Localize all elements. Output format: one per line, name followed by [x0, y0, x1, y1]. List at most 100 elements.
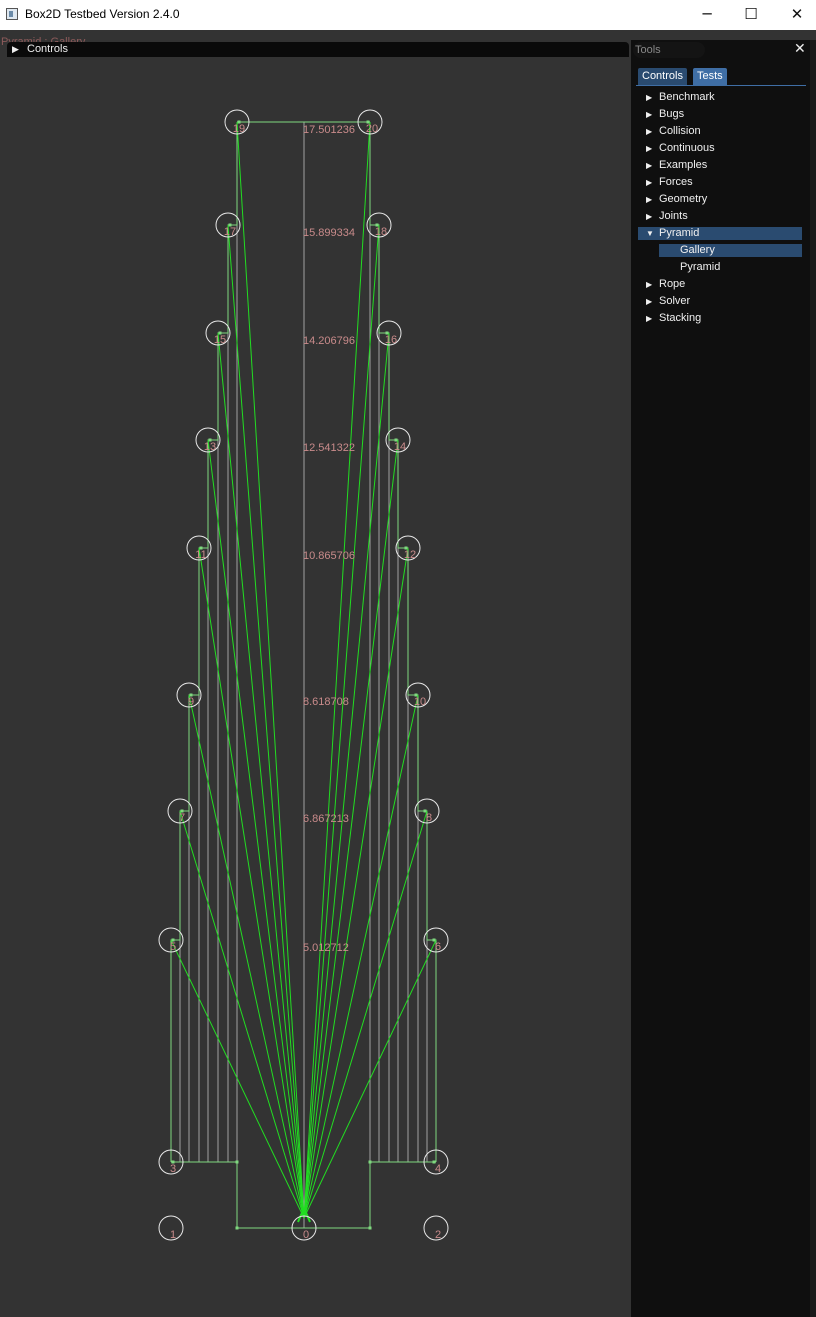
tree-item-label: Bugs	[659, 108, 685, 120]
tree-item-label: Forces	[659, 176, 693, 188]
tree-item-continuous[interactable]: ▶ Continuous	[638, 142, 802, 155]
node-label: 0	[303, 1229, 309, 1241]
node-label: 5	[170, 941, 176, 953]
collapsed-arrow-icon: ▶	[646, 161, 653, 170]
joint-line	[198, 547, 305, 1219]
tree-item-label: Continuous	[659, 142, 715, 154]
tree-item-label: Pyramid	[659, 227, 700, 239]
node-label: 20	[366, 123, 378, 135]
expand-arrow-icon[interactable]: ▶	[12, 42, 19, 57]
node-label: 10	[414, 696, 426, 708]
node-label: 13	[204, 441, 216, 453]
height-label: 12.541322	[303, 442, 355, 454]
joint-line	[303, 547, 409, 1219]
tree-item-solver[interactable]: ▶ Solver	[638, 295, 802, 308]
height-label: 5.012712	[303, 942, 349, 954]
collapsed-arrow-icon: ▶	[646, 110, 653, 119]
node-label: 19	[233, 123, 245, 135]
tools-window-title[interactable]: Tools	[633, 42, 705, 58]
node-label: 1	[170, 1229, 176, 1241]
node-label: 17	[224, 226, 236, 238]
tree-item-label: Examples	[659, 159, 708, 171]
node-label: 16	[385, 334, 397, 346]
node-label: 18	[375, 226, 387, 238]
joint-line	[217, 332, 305, 1219]
collapsed-arrow-icon: ▶	[646, 178, 653, 187]
node-label: 9	[188, 696, 194, 708]
controls-window-title: Controls	[27, 43, 68, 55]
tree-item-label: Stacking	[659, 312, 702, 324]
tree-item-label: Pyramid	[680, 261, 721, 273]
joint-line	[303, 121, 371, 1219]
collapsed-arrow-icon: ▶	[646, 212, 653, 221]
maximize-button[interactable]: ☐	[728, 0, 774, 30]
joint-line	[188, 694, 305, 1219]
node-label: 7	[179, 812, 185, 824]
tree-item-bugs[interactable]: ▶ Bugs	[638, 108, 802, 121]
tree-item-label: Rope	[659, 278, 686, 290]
tree-item-pyramid-test[interactable]: Pyramid	[638, 261, 802, 274]
collapsed-arrow-icon: ▶	[646, 144, 653, 153]
node-label: 2	[435, 1229, 441, 1241]
tree-item-geometry[interactable]: ▶ Geometry	[638, 193, 802, 206]
tab-tests[interactable]: Tests	[693, 68, 727, 85]
tree-item-label: Geometry	[659, 193, 708, 205]
tree-item-rope[interactable]: ▶ Rope	[638, 278, 802, 291]
tree-item-benchmark[interactable]: ▶ Benchmark	[638, 91, 802, 104]
height-label: 8.618708	[303, 696, 349, 708]
node-label: 4	[435, 1163, 441, 1175]
window-title: Box2D Testbed Version 2.4.0	[25, 7, 180, 21]
collapsed-arrow-icon: ▶	[646, 297, 653, 306]
node-label: 6	[435, 941, 441, 953]
joint-line	[207, 439, 305, 1219]
collapsed-arrow-icon: ▶	[646, 195, 653, 204]
tools-close-icon[interactable]: ✕	[794, 40, 806, 58]
collapsed-arrow-icon: ▶	[646, 280, 653, 289]
node-label: 8	[426, 812, 432, 824]
simulation-viewport[interactable]: 0 1 2 3 4 5 6 7 8 9 10 11 12 13 14 15 16 17 18 19 20 17.50123…	[0, 30, 631, 1317]
height-label: 10.865706	[303, 550, 355, 562]
close-window-button[interactable]: ✕	[774, 0, 816, 30]
joint-line	[303, 810, 428, 1219]
scene-drawing: 01 23 45 67 89 1011 1213 1415 1617 1819 2017.50123…	[158, 109, 449, 1241]
collapsed-arrow-icon: ▶	[646, 314, 653, 323]
joint-line	[303, 694, 419, 1219]
height-label: 14.206796	[303, 335, 355, 347]
collapsed-arrow-icon: ▶	[646, 93, 653, 102]
tree-item-joints[interactable]: ▶ Joints	[638, 210, 802, 223]
joint-line	[236, 121, 305, 1219]
tree-item-gallery[interactable]: Gallery	[659, 244, 802, 257]
controls-window-header[interactable]: ▶ Controls	[7, 42, 629, 57]
node-label: 3	[170, 1163, 176, 1175]
tree-item-pyramid[interactable]: ▼ Pyramid	[638, 227, 802, 240]
node-label: 15	[214, 334, 226, 346]
tree-item-label: Joints	[659, 210, 688, 222]
joint-line	[303, 332, 390, 1219]
anchor-square	[235, 1160, 239, 1164]
tree-item-label: Benchmark	[659, 91, 715, 103]
tree-item-label: Solver	[659, 295, 691, 307]
height-label: 6.867213	[303, 813, 349, 825]
tab-controls[interactable]: Controls	[638, 68, 687, 85]
tab-underline	[636, 85, 806, 86]
app-icon	[6, 8, 18, 20]
anchor-square	[235, 1226, 239, 1230]
joint-line	[227, 224, 305, 1219]
height-label: 15.899334	[303, 227, 355, 239]
window-title-bar: Box2D Testbed Version 2.4.0 ─ ☐ ✕	[0, 0, 816, 30]
tree-item-forces[interactable]: ▶ Forces	[638, 176, 802, 189]
collapsed-arrow-icon: ▶	[646, 127, 653, 136]
tools-scrollbar[interactable]	[810, 40, 816, 1317]
joint-line	[303, 224, 380, 1219]
tree-item-stacking[interactable]: ▶ Stacking	[638, 312, 802, 325]
tree-item-examples[interactable]: ▶ Examples	[638, 159, 802, 172]
expanded-arrow-icon: ▼	[646, 229, 654, 238]
height-label: 17.501236	[303, 124, 355, 136]
node-label: 11	[195, 549, 206, 561]
tree-item-collision[interactable]: ▶ Collision	[638, 125, 802, 138]
tree-item-label: Collision	[659, 125, 701, 137]
anchor-square	[368, 1226, 372, 1230]
minimize-button[interactable]: ─	[684, 0, 730, 30]
tree-item-label: Gallery	[680, 244, 715, 256]
node-label: 12	[404, 549, 416, 561]
